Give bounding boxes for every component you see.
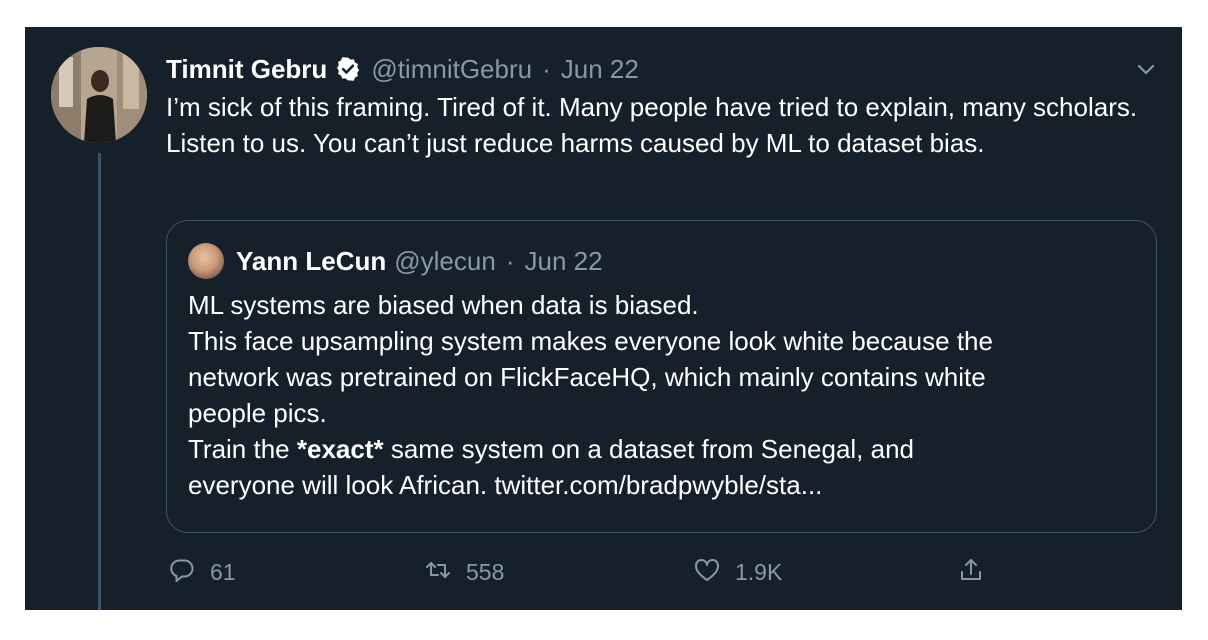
reply-icon [168, 556, 196, 589]
quoted-author-handle: @ylecun [394, 245, 496, 276]
share-button[interactable] [957, 554, 985, 590]
quoted-text-line: This face upsampling system makes everyo… [188, 326, 993, 356]
tweet-text: I’m sick of this framing. Tired of it. M… [166, 92, 1138, 158]
like-button[interactable]: 1.9K [693, 554, 782, 590]
chevron-down-icon[interactable] [1132, 55, 1160, 83]
retweet-button[interactable]: 558 [424, 554, 504, 590]
quoted-tweet-date: Jun 22 [524, 245, 603, 276]
retweet-count: 558 [466, 558, 505, 585]
quoted-text-emphasis: *exact* [296, 434, 384, 464]
heart-icon [693, 556, 721, 589]
tweet-header: Timnit Gebru @timnitGebru · Jun 22 [166, 51, 639, 87]
quoted-text-line: everyone will look African. twitter.com/… [188, 470, 823, 500]
tweet-date[interactable]: Jun 22 [561, 54, 639, 85]
quoted-author-name: Yann LeCun [236, 245, 387, 276]
header-separator: · [542, 53, 551, 84]
quoted-text-line: ML systems are biased when data is biase… [188, 290, 699, 320]
verified-badge-icon [335, 56, 361, 82]
quoted-tweet-header: Yann LeCun @ylecun · Jun 22 [188, 241, 603, 281]
quoted-text-line: Train the *exact* same system on a datas… [188, 431, 1138, 467]
quoted-tweet[interactable]: Yann LeCun @ylecun · Jun 22 ML systems a… [166, 220, 1157, 533]
retweet-icon [424, 556, 452, 589]
reply-button[interactable]: 61 [168, 554, 236, 590]
quoted-text-line: network was pretrained on FlickFaceHQ, w… [188, 362, 986, 392]
quoted-text-segment: same system on a dataset from Senegal, a… [383, 434, 915, 464]
tweet[interactable]: Timnit Gebru @timnitGebru · Jun 22 I’m s… [25, 27, 1182, 610]
author-avatar[interactable] [51, 47, 147, 143]
quoted-header-separator: · [505, 245, 515, 276]
reply-count: 61 [210, 558, 236, 585]
quoted-text-segment: Train the [188, 434, 297, 464]
quoted-text-line: people pics. [188, 398, 327, 428]
quoted-author-avatar [188, 243, 224, 279]
share-icon [957, 556, 985, 589]
author-handle[interactable]: @timnitGebru [371, 54, 532, 85]
quoted-tweet-text: ML systems are biased when data is biase… [188, 287, 1138, 503]
author-name[interactable]: Timnit Gebru [166, 54, 327, 85]
like-count: 1.9K [735, 558, 783, 585]
thread-line [98, 153, 101, 610]
